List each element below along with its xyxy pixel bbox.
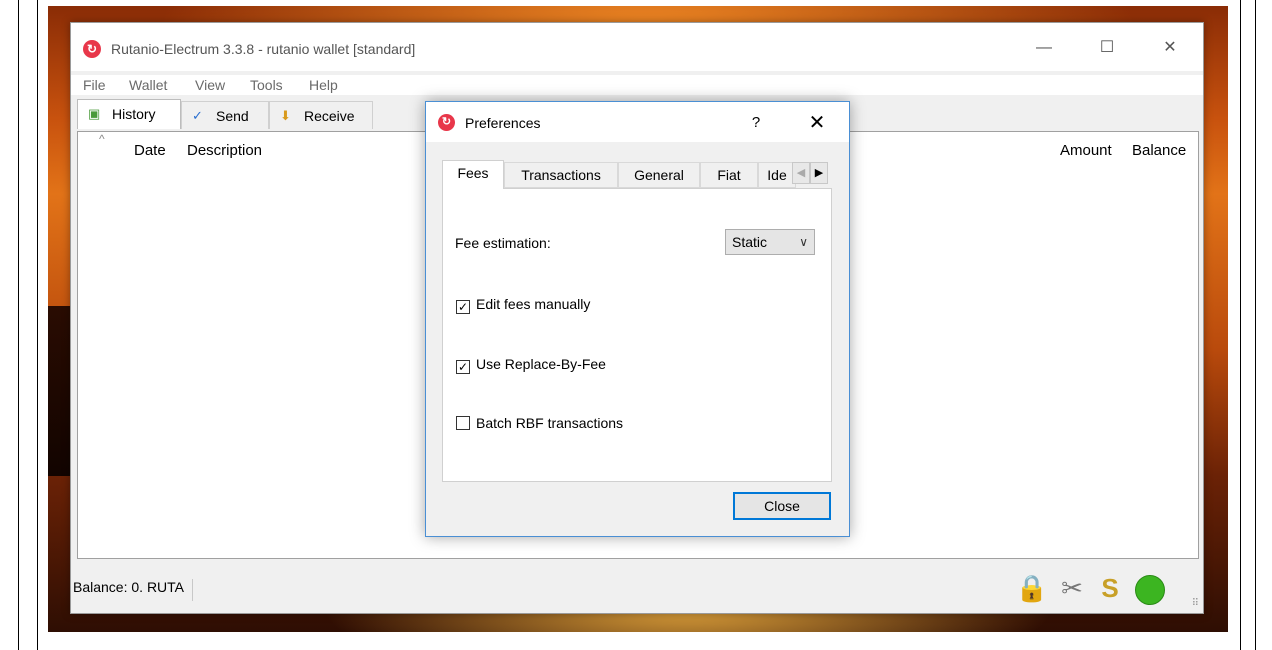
tab-identity[interactable]: Ide [758, 162, 796, 188]
use-rbf-label: Use Replace-By-Fee [476, 356, 606, 372]
tab-send-label: Send [216, 108, 249, 124]
fees-panel: Fee estimation: Static ∨ ✓ Edit fees manu… [442, 188, 832, 482]
tab-receive[interactable]: ⬇ Receive [269, 101, 373, 129]
dialog-help-button[interactable]: ? [744, 112, 768, 134]
batch-rbf-label: Batch RBF transactions [476, 415, 624, 431]
menu-bar: File Wallet View Tools Help [71, 75, 1203, 95]
window-title: Rutanio-Electrum 3.3.8 - rutanio wallet … [111, 41, 416, 57]
fee-estimation-label: Fee estimation: [455, 235, 551, 251]
menu-view[interactable]: View [195, 77, 225, 93]
dialog-logo-icon: ↻ [438, 114, 455, 131]
receive-icon: ⬇ [280, 108, 291, 123]
column-header-amount[interactable]: Amount [1060, 142, 1112, 159]
send-icon: ✓ [192, 108, 203, 123]
column-header-description[interactable]: Description [187, 142, 262, 159]
tab-general[interactable]: General [618, 162, 700, 188]
menu-tools[interactable]: Tools [250, 77, 283, 93]
tab-history[interactable]: ▣ History [77, 99, 181, 129]
close-window-button[interactable]: ✕ [1147, 35, 1193, 61]
menu-help[interactable]: Help [309, 77, 338, 93]
title-bar: ↻ Rutanio-Electrum 3.3.8 - rutanio walle… [71, 23, 1203, 71]
tab-send[interactable]: ✓ Send [181, 101, 269, 129]
sort-indicator-icon[interactable]: ^ [99, 132, 105, 146]
menu-file[interactable]: File [83, 77, 106, 93]
edit-fees-manually-row[interactable]: ✓ Edit fees manually [456, 296, 590, 314]
preferences-dialog: ↻ Preferences ? ✕ Fees Transactions Gene… [425, 101, 850, 537]
frame-line-right-inner [1240, 0, 1241, 650]
edit-fees-manually-label: Edit fees manually [476, 296, 591, 312]
network-status-icon[interactable] [1133, 571, 1167, 606]
tab-fees[interactable]: Fees [442, 160, 504, 189]
fee-estimation-select[interactable]: Static ∨ [725, 229, 815, 255]
dialog-title-bar: ↻ Preferences ? ✕ [426, 102, 849, 142]
close-button[interactable]: Close [733, 492, 831, 520]
app-logo-icon: ↻ [83, 40, 101, 58]
column-header-date[interactable]: Date [134, 142, 166, 159]
batch-rbf-row[interactable]: Batch RBF transactions [456, 415, 623, 431]
seed-icon[interactable]: S [1093, 571, 1127, 605]
status-bar: Balance: 0. RUTA 🔒 ✂ S ⠿ [71, 563, 1203, 613]
fee-estimation-value: Static [732, 234, 768, 250]
tab-transactions[interactable]: Transactions [504, 162, 618, 188]
maximize-button[interactable]: ☐ [1084, 35, 1130, 61]
preferences-icon[interactable]: ✂ [1055, 571, 1089, 605]
network-status-dot [1135, 575, 1165, 606]
edit-fees-manually-checkbox[interactable]: ✓ [456, 300, 470, 314]
tab-history-label: History [112, 106, 156, 122]
tab-receive-label: Receive [304, 108, 355, 124]
tab-fiat[interactable]: Fiat [700, 162, 758, 188]
frame-line-left-inner [37, 0, 38, 650]
use-rbf-checkbox[interactable]: ✓ [456, 360, 470, 374]
chevron-down-icon: ∨ [799, 235, 808, 249]
dialog-close-icon[interactable]: ✕ [804, 111, 830, 135]
tab-scroll-left-icon[interactable]: ◀ [792, 162, 810, 184]
preferences-tabs: Fees Transactions General Fiat Ide ◀ ▶ [442, 160, 834, 189]
resize-grip-icon[interactable]: ⠿ [1192, 598, 1199, 609]
menu-wallet[interactable]: Wallet [129, 77, 167, 93]
frame-line-left [18, 0, 19, 650]
batch-rbf-checkbox[interactable] [456, 416, 470, 430]
balance-text: Balance: 0. RUTA [73, 579, 194, 601]
frame-line-right [1255, 0, 1256, 650]
lock-icon[interactable]: 🔒 [1015, 571, 1049, 605]
dialog-title: Preferences [465, 115, 541, 131]
column-header-balance[interactable]: Balance [1132, 142, 1186, 159]
minimize-button[interactable]: — [1021, 35, 1067, 61]
history-icon: ▣ [88, 106, 101, 121]
use-rbf-row[interactable]: ✓ Use Replace-By-Fee [456, 356, 606, 374]
tab-scroll-right-icon[interactable]: ▶ [810, 162, 828, 184]
